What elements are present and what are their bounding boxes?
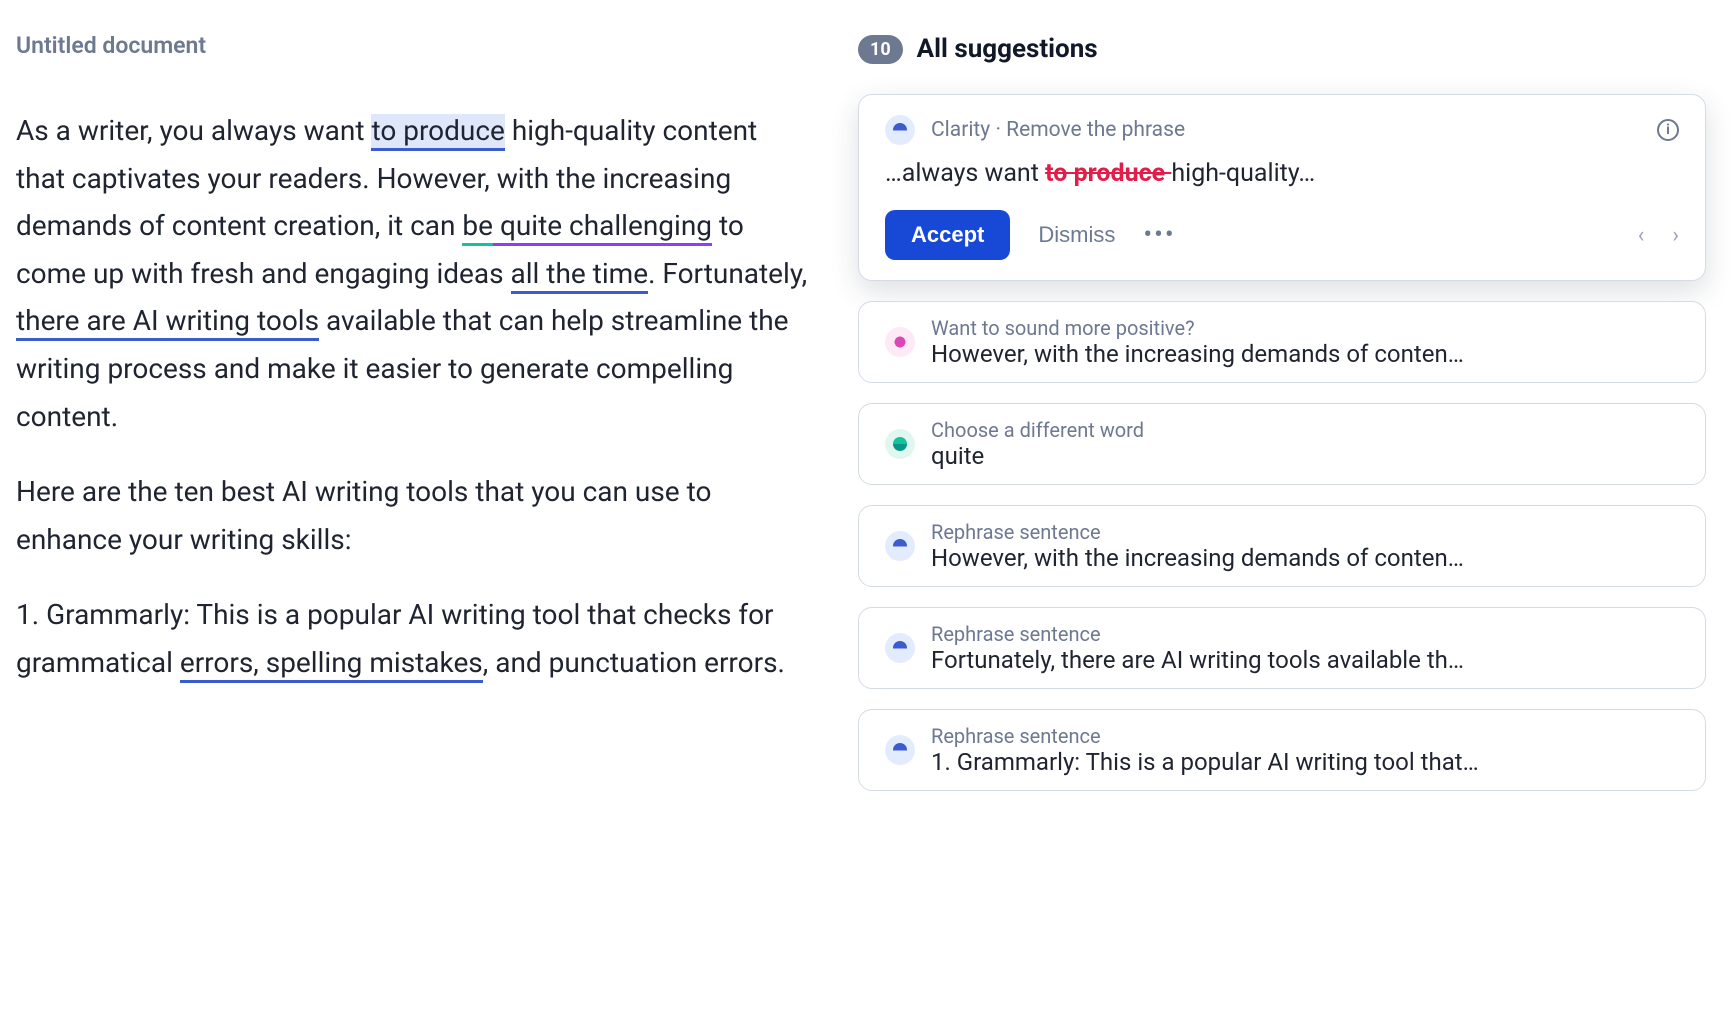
suggestion-card[interactable]: Choose a different word quite	[858, 403, 1706, 485]
suggestion-text: quite	[931, 442, 1679, 470]
paragraph-3[interactable]: 1. Grammarly: This is a popular AI writi…	[16, 591, 810, 686]
suggestion-text: However, with the increasing demands of …	[931, 544, 1679, 572]
paragraph-1[interactable]: As a writer, you always want to produce …	[16, 107, 810, 440]
suggestion-text: 1. Grammarly: This is a popular AI writi…	[931, 748, 1679, 776]
suggestion-label: Rephrase sentence	[931, 520, 1679, 544]
suggestion-count-badge: 10	[858, 35, 903, 64]
accept-button[interactable]: Accept	[885, 210, 1010, 260]
suggestion-text: Fortunately, there are AI writing tools …	[931, 646, 1679, 674]
clarity-icon	[885, 735, 915, 765]
text: , and punctuation errors.	[483, 646, 785, 679]
paragraph-2[interactable]: Here are the ten best AI writing tools t…	[16, 468, 810, 563]
suggestion-card-active[interactable]: Clarity · Remove the phrase i …always wa…	[858, 94, 1706, 281]
suggestion-label: Want to sound more positive?	[931, 316, 1679, 340]
vocabulary-icon	[885, 429, 915, 459]
suggestion-category: Clarity · Remove the phrase	[931, 118, 1185, 142]
underline-ai-writing-tools[interactable]: there are AI writing tools	[16, 304, 319, 341]
suggestion-card[interactable]: Want to sound more positive? However, wi…	[858, 301, 1706, 383]
suggestion-card[interactable]: Rephrase sentence Fortunately, there are…	[858, 607, 1706, 689]
sidebar-header: 10 All suggestions	[858, 34, 1706, 64]
suggestions-sidebar: 10 All suggestions Clarity · Remove the …	[830, 0, 1734, 1014]
suggestion-label: Rephrase sentence	[931, 724, 1679, 748]
suggestion-label: Choose a different word	[931, 418, 1679, 442]
strike-text: to produce	[1045, 159, 1171, 188]
highlight-to-produce[interactable]: to produce	[371, 114, 504, 151]
info-icon[interactable]: i	[1657, 119, 1679, 141]
document-title[interactable]: Untitled document	[16, 32, 810, 59]
chevron-left-icon[interactable]: ‹	[1638, 223, 1645, 248]
engagement-icon	[885, 327, 915, 357]
clarity-icon	[885, 633, 915, 663]
dismiss-button[interactable]: Dismiss	[1038, 222, 1115, 248]
underline-be[interactable]: be	[462, 209, 493, 246]
suggestion-snippet: …always want to produce high-quality…	[885, 159, 1679, 188]
suggestion-actions: Accept Dismiss ••• ‹ ›	[885, 210, 1679, 260]
suggestion-card[interactable]: Rephrase sentence 1. Grammarly: This is …	[858, 709, 1706, 791]
editor-pane: Untitled document As a writer, you alway…	[0, 0, 830, 1014]
nav-arrows: ‹ ›	[1638, 223, 1679, 248]
clarity-icon	[885, 115, 915, 145]
sidebar-title: All suggestions	[917, 34, 1098, 64]
suggestion-card[interactable]: Rephrase sentence However, with the incr…	[858, 505, 1706, 587]
text: . Fortunately,	[648, 257, 807, 290]
suggestion-text: However, with the increasing demands of …	[931, 340, 1679, 368]
chevron-right-icon[interactable]: ›	[1672, 223, 1679, 248]
clarity-icon	[885, 531, 915, 561]
document-body[interactable]: As a writer, you always want to produce …	[16, 107, 810, 687]
underline-all-the-time[interactable]: all the time	[511, 257, 649, 294]
suggestion-label: Rephrase sentence	[931, 622, 1679, 646]
underline-quite-challenging[interactable]: quite challenging	[493, 209, 712, 246]
text: As a writer, you always want	[16, 114, 371, 147]
underline-errors-spelling-mistakes[interactable]: errors, spelling mistakes	[180, 646, 483, 683]
more-options-icon[interactable]: •••	[1143, 220, 1175, 250]
